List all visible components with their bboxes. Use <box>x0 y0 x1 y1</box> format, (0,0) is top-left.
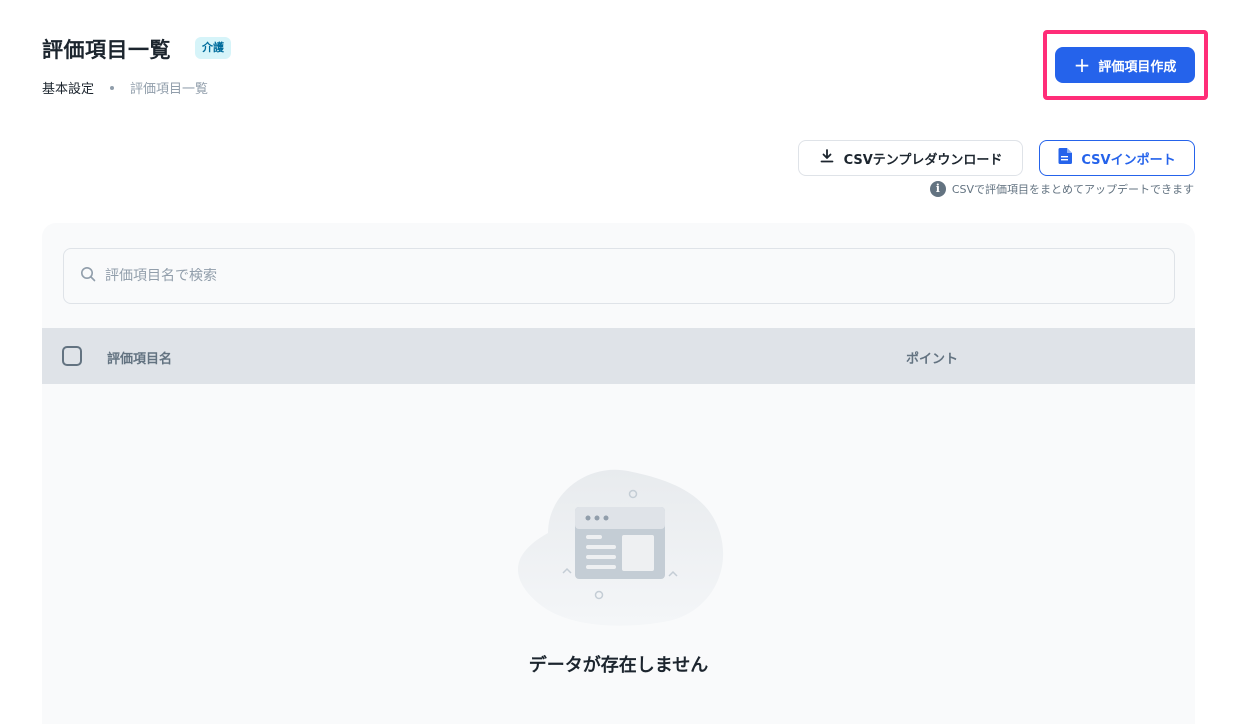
search-field <box>63 248 1175 304</box>
create-evaluation-item-button[interactable]: + 評価項目作成 <box>1055 47 1195 83</box>
search-icon <box>80 266 96 286</box>
evaluation-items-card: 評価項目名 ポイント データが <box>42 223 1195 724</box>
select-all-checkbox[interactable] <box>62 346 82 366</box>
column-header-name[interactable]: 評価項目名 <box>107 348 172 367</box>
help-text-label: CSVで評価項目をまとめてアップデートできます <box>951 183 1194 196</box>
info-icon: i <box>929 181 946 197</box>
breadcrumb-item-current: 評価項目一覧 <box>130 82 209 97</box>
page-title: 評価項目一覧 <box>42 38 171 62</box>
create-button-label: 評価項目作成 <box>1098 59 1177 75</box>
csv-template-download-button[interactable]: CSVテンプレダウンロード <box>798 140 1023 176</box>
breadcrumb: 基本設定 評価項目一覧 <box>42 78 208 97</box>
download-icon <box>819 148 835 168</box>
csv-import-button[interactable]: CSVインポート <box>1039 140 1195 176</box>
empty-state-illustration <box>508 463 728 633</box>
search-input[interactable] <box>105 268 1105 284</box>
empty-state-message: データが存在しません <box>528 655 709 676</box>
service-badge: 介護 <box>195 37 231 59</box>
breadcrumb-item-settings[interactable]: 基本設定 <box>42 78 94 97</box>
table-header: 評価項目名 ポイント <box>42 328 1195 384</box>
file-icon <box>1058 148 1073 168</box>
csv-help-text: i CSVで評価項目をまとめてアップデートできます <box>929 181 1194 197</box>
import-button-label: CSVインポート <box>1081 152 1176 168</box>
download-button-label: CSVテンプレダウンロード <box>843 152 1003 168</box>
column-header-point[interactable]: ポイント <box>906 348 958 367</box>
plus-icon: + <box>1073 53 1091 77</box>
breadcrumb-separator <box>110 85 115 90</box>
